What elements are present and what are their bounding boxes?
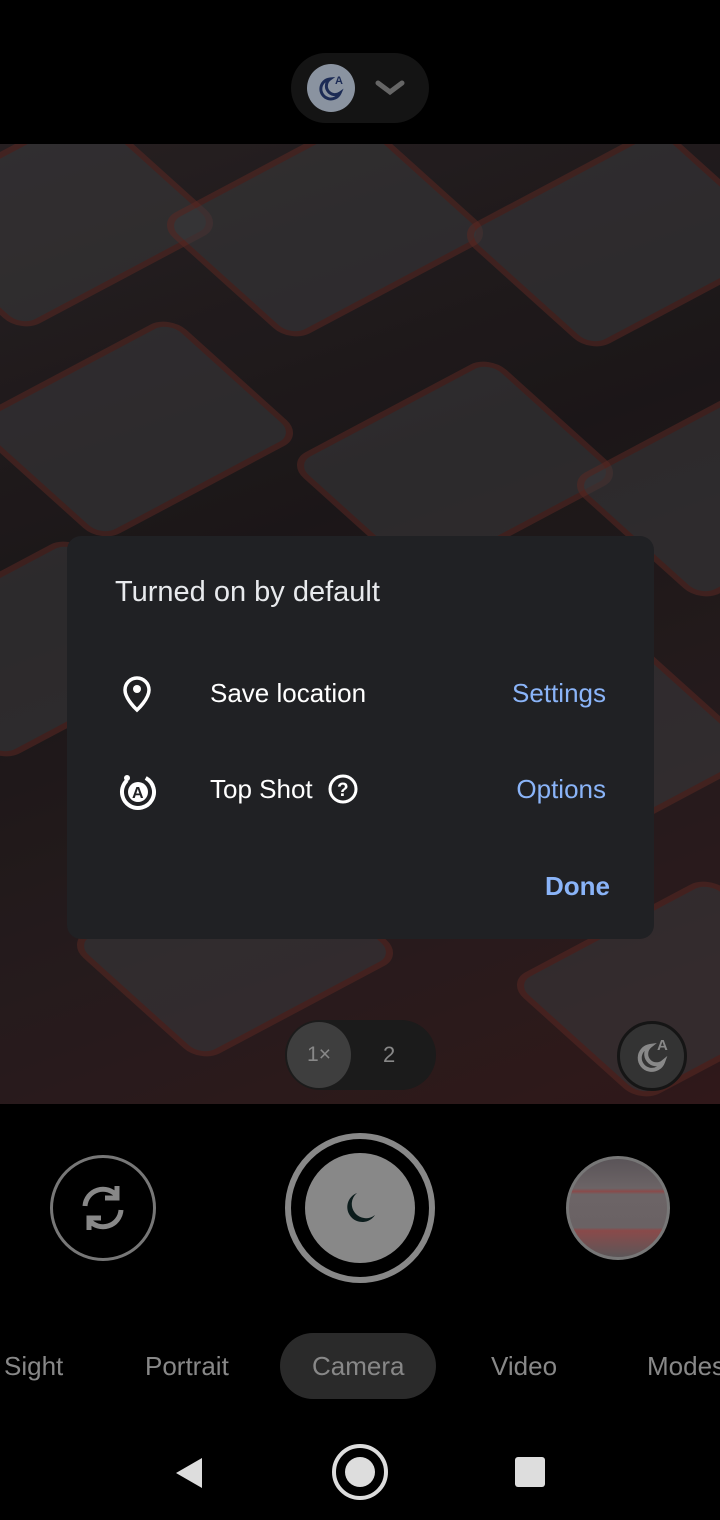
mode-video[interactable]: Video — [491, 1333, 557, 1399]
top-shot-icon: A — [120, 773, 156, 810]
svg-text:?: ? — [337, 780, 349, 801]
help-circle-icon[interactable]: ? — [327, 773, 359, 805]
svg-text:A: A — [335, 75, 343, 87]
save-location-label: Save location — [210, 677, 367, 708]
mode-carousel: Sight Portrait Camera Video Modes — [0, 1333, 720, 1399]
back-icon[interactable] — [172, 1456, 206, 1490]
chevron-down-icon[interactable] — [375, 78, 405, 98]
switch-camera-button[interactable] — [50, 1155, 156, 1261]
top-bar: A — [0, 0, 720, 144]
night-moon-icon — [347, 1193, 375, 1223]
mode-modes[interactable]: Modes — [647, 1333, 720, 1399]
top-shot-label: Top Shot — [210, 773, 313, 804]
zoom-2x-button[interactable]: 2 — [383, 1020, 395, 1090]
zoom-selector: 1× 2 — [285, 1020, 436, 1090]
top-shot-row: A Top Shot ? Options — [67, 764, 654, 814]
mode-portrait[interactable]: Portrait — [145, 1333, 229, 1399]
recents-icon[interactable] — [514, 1456, 546, 1488]
options-link[interactable]: Options — [516, 774, 606, 805]
night-mode-selector[interactable]: A — [291, 53, 429, 123]
switch-camera-icon — [82, 1186, 124, 1230]
done-button[interactable]: Done — [545, 871, 610, 902]
save-location-row: Save location Settings — [67, 668, 654, 718]
shutter-button[interactable] — [285, 1133, 435, 1283]
svg-text:A: A — [132, 785, 144, 802]
mode-sight[interactable]: Sight — [4, 1333, 63, 1399]
navigation-bar — [0, 1440, 720, 1504]
night-auto-icon: A — [637, 1037, 668, 1072]
dialog-title: Turned on by default — [115, 576, 380, 608]
zoom-1x-button[interactable]: 1× — [287, 1022, 351, 1088]
defaults-dialog: Turned on by default Save location Setti… — [67, 536, 654, 939]
settings-link[interactable]: Settings — [512, 678, 606, 709]
mode-camera[interactable]: Camera — [280, 1333, 437, 1399]
home-icon[interactable] — [331, 1443, 389, 1501]
svg-text:A: A — [657, 1037, 668, 1054]
location-pin-icon — [123, 676, 151, 713]
gallery-thumbnail[interactable] — [566, 1156, 670, 1260]
night-auto-toggle[interactable]: A — [617, 1021, 687, 1091]
night-auto-icon[interactable]: A — [307, 64, 355, 112]
